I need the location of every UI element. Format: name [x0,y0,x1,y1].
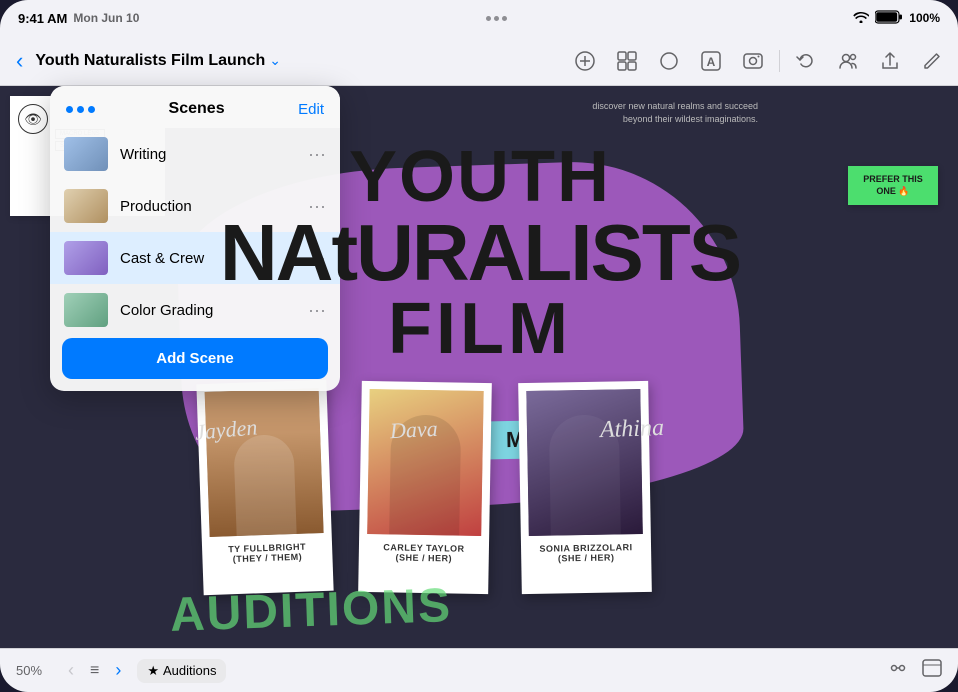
scenes-dot-1 [66,106,73,113]
polaroid-1: TY FULLBRIGHT (THEY / THEM) [196,380,333,595]
next-page-button[interactable]: › [111,656,125,685]
thumbnail-view-icon[interactable] [922,658,942,683]
app-toolbar: ‹ Youth Naturalists Film Launch ⌄ A [0,36,958,86]
layout-tool[interactable] [613,47,641,75]
polaroid-img-2 [367,389,484,536]
starred-page-button[interactable]: ★ Auditions [137,659,226,683]
scenes-panel-title: Scenes [169,100,225,118]
battery-icon [875,10,903,27]
prev-page-button[interactable]: ‹ [64,656,78,685]
polaroid-img-3 [526,389,643,536]
eye-graphic: 👁 [18,104,48,134]
person1-name: TY FULLBRIGHT (THEY / THEM) [210,541,325,565]
polaroid-2: CARLEY TAYLOR (SHE / HER) [358,381,492,594]
signature-dava: Dava [389,416,438,444]
scene-thumb-cast [64,241,108,275]
time-display: 9:41 AM [18,11,67,26]
scene-thumb-writing [64,137,108,171]
zoom-level: 50% [16,663,52,678]
scenes-dot-3 [88,106,95,113]
person3-name: SONIA BRIZZOLARI (SHE / HER) [529,542,643,564]
scenes-dot-2 [77,106,84,113]
toolbar-tools-left: A [571,47,767,75]
list-view-icon[interactable]: ≡ [90,662,99,680]
sticky-note: PREFER THIS ONE 🔥 [848,166,938,205]
star-label: Auditions [163,663,216,678]
polaroid-img-1 [205,388,324,537]
status-bar-left: 9:41 AM Mon Jun 10 [18,11,139,26]
history-tool[interactable] [792,47,820,75]
document-title-area: Youth Naturalists Film Launch ⌄ [35,52,563,70]
title-naturalists: NAtURALISTS [200,213,760,293]
bottom-bar: 50% ‹ ≡ › ★ Auditions [0,648,958,692]
back-button[interactable]: ‹ [12,44,27,78]
photo-tool[interactable] [739,47,767,75]
svg-text:A: A [707,55,716,69]
shapes-tool[interactable] [655,47,683,75]
collaborators-tool[interactable] [834,47,862,75]
person2-name: CARLEY TAYLOR (SHE / HER) [367,542,481,564]
document-title: Youth Naturalists Film Launch [35,52,265,70]
battery-percent: 100% [909,11,940,25]
polaroid-photos-area: TY FULLBRIGHT (THEY / THEM) CARLEY TAYLO [180,382,958,593]
text-tool[interactable]: A [697,47,725,75]
toolbar-tools-right [792,47,946,75]
scenes-header: Scenes Edit [50,86,340,128]
title-chevron-icon[interactable]: ⌄ [269,52,281,69]
scene-thumb-production [64,189,108,223]
discover-text: discover new natural realms and succeed … [578,100,758,125]
present-icon[interactable] [888,658,908,683]
scenes-dots [66,106,95,113]
star-icon: ★ [147,663,159,679]
bottom-right-icons [888,658,942,683]
title-film: FILM [200,293,760,365]
wifi-icon [853,11,869,26]
title-youth: YOUTH [200,141,760,213]
status-bar-right: 100% [853,10,940,27]
scene-thumb-color [64,293,108,327]
edit-tool[interactable] [918,47,946,75]
ipad-frame: 9:41 AM Mon Jun 10 100% ‹ Youth Naturali… [0,0,958,692]
share-tool[interactable] [876,47,904,75]
canvas-document-title: YOUTH NAtURALISTS FILM [200,141,760,365]
add-shape-tool[interactable] [571,47,599,75]
center-dots [486,16,507,21]
toolbar-divider [779,50,780,72]
date-display: Mon Jun 10 [73,11,139,25]
polaroid-3: SONIA BRIZZOLARI (SHE / HER) [518,381,652,594]
status-bar: 9:41 AM Mon Jun 10 100% [0,0,958,36]
scenes-edit-button[interactable]: Edit [298,101,324,118]
graffiti-text: AUDITIONS [169,578,453,643]
signature-athina: Athina [600,415,665,444]
signature-jayden: Jayden [194,414,258,445]
